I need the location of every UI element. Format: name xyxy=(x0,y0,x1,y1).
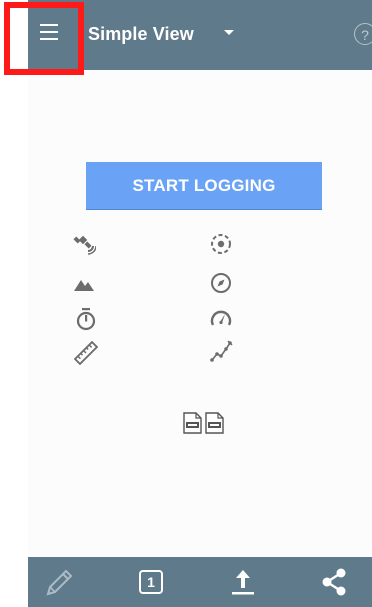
csv-file-icon xyxy=(205,412,224,434)
pencil-icon[interactable] xyxy=(44,566,76,598)
view-dropdown-caret-icon[interactable] xyxy=(224,30,234,35)
upload-icon[interactable] xyxy=(227,566,259,598)
altitude-icon xyxy=(74,280,94,291)
counter-badge-icon[interactable]: 1 xyxy=(135,566,167,598)
view-selector-title[interactable]: Simple View xyxy=(88,24,194,45)
track-points-icon xyxy=(210,340,233,362)
distance-ruler-icon xyxy=(74,341,98,365)
location-fix-icon xyxy=(211,234,231,254)
gpx-file-icon xyxy=(183,412,202,434)
highlight-annotation-box xyxy=(4,2,84,75)
compass-icon xyxy=(211,273,231,293)
satellite-icon xyxy=(73,235,96,255)
left-margin xyxy=(0,0,28,607)
start-logging-button[interactable]: START LOGGING xyxy=(86,162,322,210)
log-file-format-icons xyxy=(183,412,224,434)
help-icon[interactable]: ? xyxy=(354,23,372,45)
timer-icon xyxy=(76,308,96,331)
speed-gauge-icon xyxy=(210,310,232,326)
counter-value: 1 xyxy=(147,574,155,590)
share-icon[interactable] xyxy=(318,566,350,598)
